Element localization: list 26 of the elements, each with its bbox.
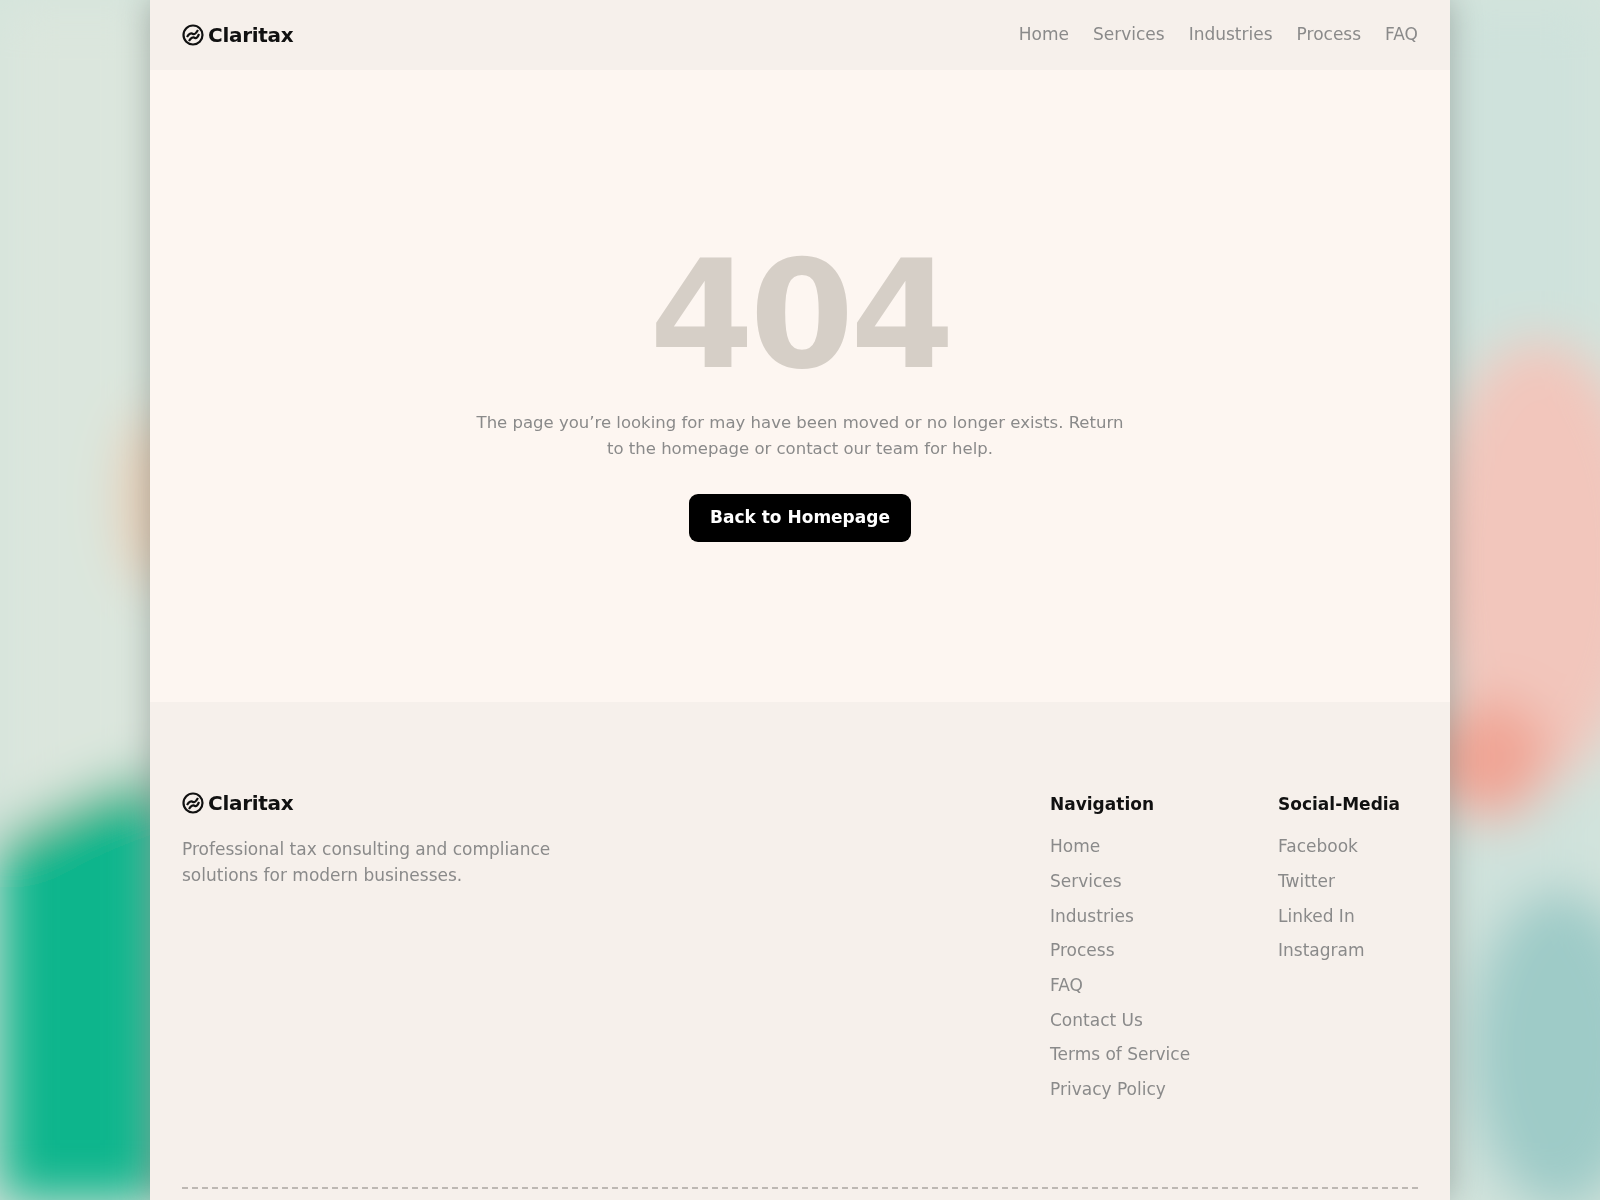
footer-link[interactable]: FAQ — [1050, 972, 1278, 997]
logo-text: Claritax — [208, 22, 294, 49]
nav-link[interactable]: FAQ — [1385, 22, 1418, 48]
footer-link[interactable]: Linked In — [1278, 903, 1418, 928]
column-title: Social-Media — [1278, 793, 1402, 816]
nav-link[interactable]: Services — [1092, 22, 1165, 48]
error-message: The page you’re looking for may have been moved or no longer exists. Return to the homepage or contact our team for help. — [475, 412, 1125, 460]
footer-tagline: Professional tax consulting and compliance solutions for modern businesses. — [182, 838, 552, 887]
column-title: Navigation — [1050, 793, 1155, 816]
nav-link[interactable]: Industries — [1188, 22, 1273, 48]
back-button[interactable]: Back to Homepage — [689, 494, 911, 542]
footer-link[interactable]: Facebook — [1278, 834, 1418, 859]
logo-icon — [182, 792, 204, 814]
footer-link[interactable]: Industries — [1050, 903, 1278, 928]
footer-link[interactable]: Privacy Policy — [1050, 1077, 1278, 1101]
nav-link[interactable]: Process — [1296, 22, 1362, 48]
footer-link[interactable]: Process — [1050, 938, 1278, 963]
footer-link[interactable]: Services — [1050, 868, 1278, 893]
footer-link[interactable]: Contact Us — [1050, 1007, 1278, 1032]
logo-icon — [182, 24, 204, 46]
footer-link[interactable]: Terms of Service — [1050, 1042, 1278, 1067]
nav-link[interactable]: Home — [1018, 22, 1069, 48]
footer-link[interactable]: Instagram — [1278, 938, 1418, 963]
logo-text: Claritax — [208, 790, 294, 817]
footer-link[interactable]: Home — [1050, 834, 1278, 859]
footer-link[interactable]: Twitter — [1278, 868, 1418, 893]
